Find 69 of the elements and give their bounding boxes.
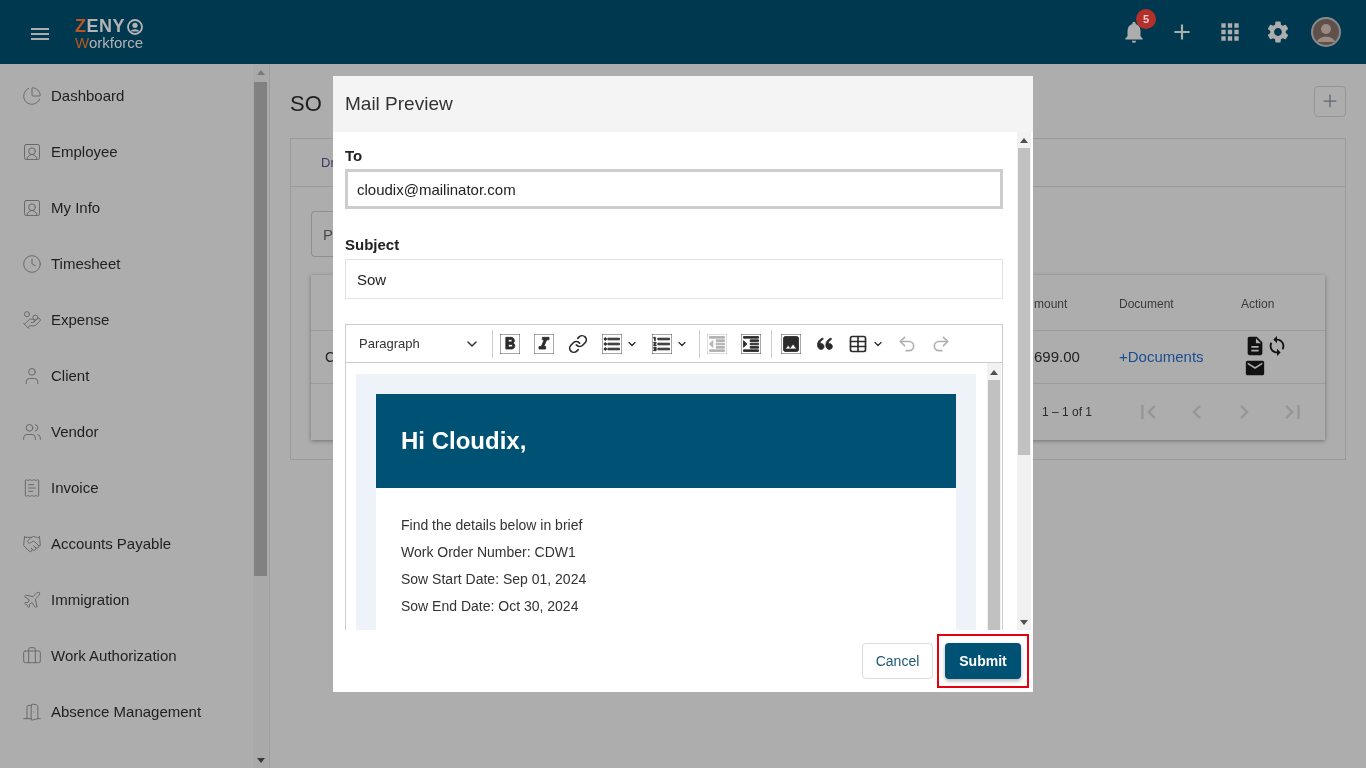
undo-icon: [897, 333, 917, 354]
scrollbar-thumb[interactable]: [254, 82, 267, 576]
link-icon: [568, 333, 588, 354]
sidebar-item[interactable]: Invoice: [0, 460, 253, 516]
sidebar-item[interactable]: Absence Management: [0, 684, 253, 740]
text-field[interactable]: cloudix@mailinator.com: [345, 169, 1003, 209]
indent-icon: [741, 333, 761, 354]
logo-title: ZENY: [75, 18, 125, 35]
notifications-button[interactable]: 5: [1110, 8, 1158, 56]
arrow-down-icon[interactable]: [256, 757, 265, 763]
image-icon: [781, 333, 801, 354]
arrow-up-icon[interactable]: [1020, 137, 1028, 143]
italic-icon: [534, 333, 554, 354]
person-badge-icon: [22, 142, 42, 162]
briefcase-icon: [22, 646, 42, 666]
field-label: To: [345, 146, 364, 166]
sidebar-item[interactable]: Accounts Payable: [0, 516, 253, 572]
table-icon: [848, 333, 868, 354]
column-header: mount: [1034, 296, 1068, 311]
hand-coins-icon: [22, 310, 42, 330]
email-text-line: Sow End Date: Oct 30, 2024: [401, 597, 580, 616]
numbered-list-icon: [652, 333, 672, 354]
pagination-range: 1 – 1 of 1: [1041, 404, 1092, 421]
sidebar-item[interactable]: Timesheet: [0, 236, 253, 292]
sidebar-item[interactable]: Employee: [0, 124, 253, 180]
people-icon: [22, 422, 42, 442]
sidebar-item[interactable]: My Info: [0, 180, 253, 236]
notification-count-badge: 5: [1136, 9, 1156, 29]
paragraph-dropdown[interactable]: Paragraph: [346, 328, 488, 359]
person-badge-icon: [22, 198, 42, 218]
sidebar-item[interactable]: Work Authorization: [0, 628, 253, 684]
settings-icon: [1265, 19, 1291, 45]
email-text-line: Sow Start Date: Sep 01, 2024: [401, 570, 588, 589]
submit-button[interactable]: Submit: [945, 643, 1021, 679]
scrollbar-thumb[interactable]: [988, 380, 1000, 630]
bold-icon: [500, 333, 520, 354]
pie-chart-icon: [22, 86, 42, 106]
scrollbar-thumb[interactable]: [1018, 148, 1030, 455]
redo-icon: [931, 333, 951, 354]
receipt-icon: [22, 478, 42, 498]
documents-link[interactable]: +Documents: [1119, 348, 1204, 365]
bulleted-list-icon: [602, 333, 622, 354]
arrow-down-icon[interactable]: [1020, 619, 1028, 625]
tab[interactable]: Dr: [321, 152, 335, 173]
email-greeting: Hi Cloudix,: [401, 426, 527, 456]
airplane-icon: [22, 590, 42, 610]
email-text-line: Find the details below in brief: [401, 516, 584, 535]
sidebar-item[interactable]: Expense: [0, 292, 253, 348]
cancel-button[interactable]: Cancel: [862, 643, 933, 679]
sidebar-item[interactable]: Dashboard: [0, 68, 253, 124]
text-field[interactable]: Sow: [345, 259, 1003, 299]
field-label: Subject: [345, 235, 401, 255]
sidebar-item[interactable]: Immigration: [0, 572, 253, 628]
page-title: SO: [290, 89, 322, 118]
logo-subtitle: Workforce: [75, 35, 144, 50]
email-text-line: Work Order Number: CDW1: [401, 543, 577, 562]
table-cell: 699.00: [1034, 348, 1080, 365]
dialog-title: Mail Preview: [345, 91, 453, 116]
outdent-icon: [707, 333, 727, 354]
handshake-icon: [22, 534, 42, 554]
column-header: Document: [1119, 296, 1174, 311]
person-circle-icon: [127, 18, 143, 35]
sidebar-item[interactable]: Vendor: [0, 404, 253, 460]
column-header: Action: [1241, 296, 1275, 311]
arrow-up-icon[interactable]: [990, 370, 998, 375]
door-icon: [22, 702, 42, 722]
clock-icon: [22, 254, 42, 274]
sidebar-item[interactable]: Client: [0, 348, 253, 404]
avatar-silhouette-icon: [1311, 17, 1341, 47]
